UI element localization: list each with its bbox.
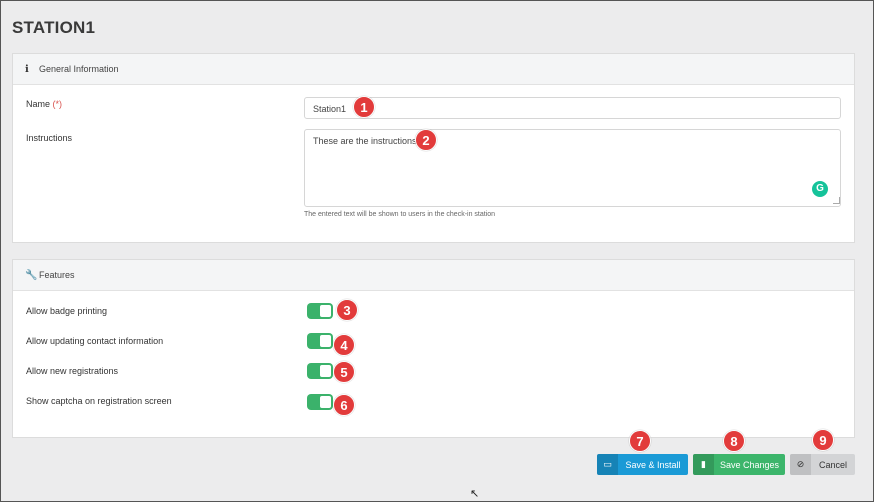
cancel-label: Cancel [818, 459, 847, 470]
save-and-install-button[interactable]: ▭ Save & Install [597, 454, 688, 475]
callout-badge: 6 [333, 394, 355, 416]
clipboard-icon: ▮ [693, 454, 714, 475]
general-information-header: ℹ General Information [13, 54, 854, 85]
name-label: Name (*) [26, 99, 62, 109]
toggle-badge-printing[interactable] [307, 303, 333, 319]
instructions-textarea[interactable]: These are the instructions [304, 129, 841, 207]
save-changes-label: Save Changes [719, 459, 780, 470]
callout-badge: 8 [723, 430, 745, 452]
page-title: STATION1 [12, 18, 96, 37]
monitor-icon: ▭ [597, 454, 618, 475]
cancel-icon: ⊘ [790, 454, 811, 475]
instructions-help-text: The entered text will be shown to users … [304, 211, 496, 218]
feature-label-show-captcha: Show captcha on registration screen [26, 396, 172, 406]
callout-badge: 5 [333, 361, 355, 383]
callout-badge: 1 [353, 96, 375, 118]
feature-label-new-registrations: Allow new registrations [26, 366, 119, 376]
toggle-knob [320, 335, 331, 347]
callout-badge: 7 [629, 430, 651, 452]
toggle-knob [320, 396, 331, 408]
toggle-knob [320, 305, 331, 317]
info-icon: ℹ [25, 63, 29, 75]
resize-handle-icon[interactable] [833, 197, 840, 204]
callout-badge: 2 [415, 129, 437, 151]
feature-label-updating-contact: Allow updating contact information [26, 336, 164, 346]
required-marker: (*) [52, 99, 63, 109]
callout-badge: 9 [812, 429, 834, 451]
cancel-button[interactable]: ⊘ Cancel [790, 454, 855, 475]
mouse-cursor-icon: ↖ [470, 488, 480, 500]
wrench-icon: 🔧 [25, 269, 38, 281]
save-changes-button[interactable]: ▮ Save Changes [693, 454, 785, 475]
instructions-label: Instructions [26, 133, 73, 143]
features-header: 🔧 Features [13, 260, 854, 291]
features-panel: 🔧 Features Allow badge printing Allow up… [12, 259, 855, 438]
toggle-updating-contact[interactable] [307, 333, 333, 349]
toggle-knob [320, 365, 331, 377]
callout-badge: 4 [333, 334, 355, 356]
feature-label-badge-printing: Allow badge printing [26, 306, 108, 316]
general-information-title: General Information [39, 64, 119, 74]
toggle-new-registrations[interactable] [307, 363, 333, 379]
callout-badge: 3 [336, 299, 358, 321]
features-title: Features [39, 270, 75, 280]
name-label-text: Name [26, 99, 51, 109]
grammarly-icon[interactable]: G [812, 181, 828, 197]
toggle-show-captcha[interactable] [307, 394, 333, 410]
name-input[interactable]: Station1 [304, 97, 841, 119]
save-and-install-label: Save & Install [625, 459, 681, 470]
